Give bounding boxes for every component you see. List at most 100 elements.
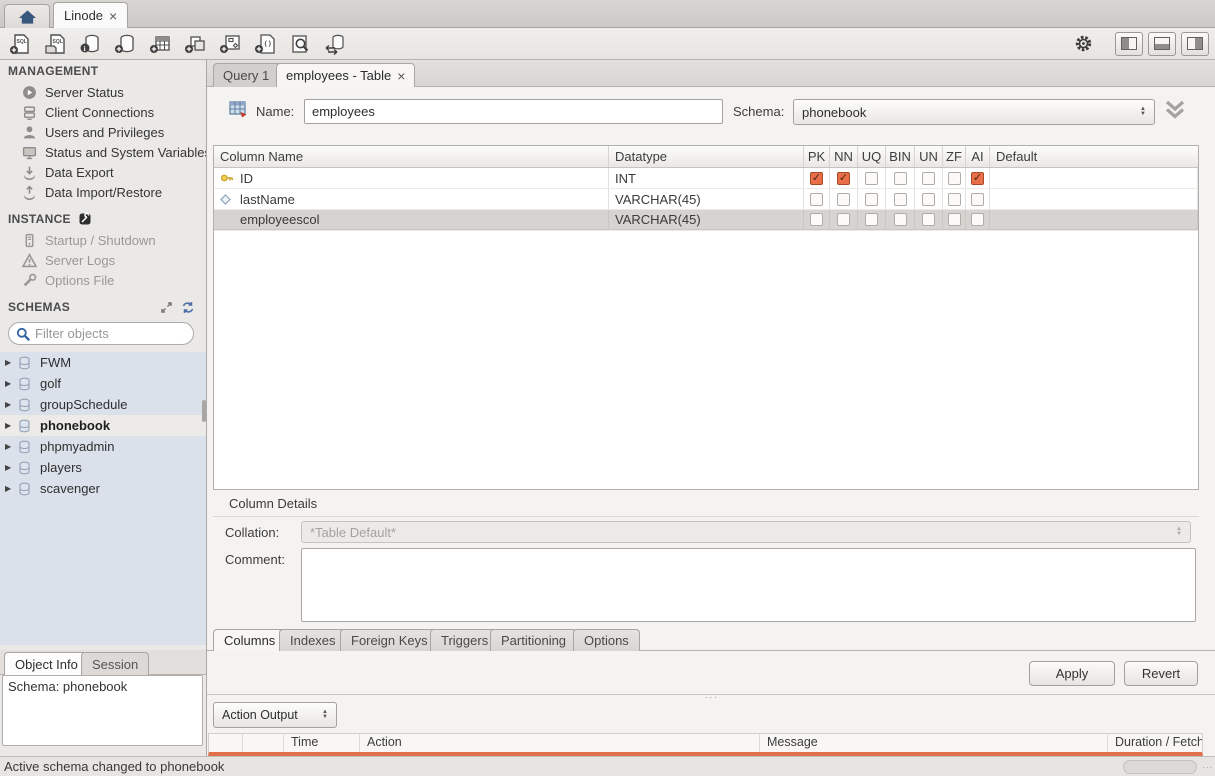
expander-icon[interactable]: ▶ xyxy=(5,463,14,472)
expander-icon[interactable]: ▶ xyxy=(5,358,14,367)
un-checkbox[interactable] xyxy=(922,193,935,206)
schema-item-phpmyadmin[interactable]: ▶ phpmyadmin xyxy=(0,436,207,457)
tab-object-info[interactable]: Object Info xyxy=(4,652,89,675)
un-checkbox[interactable] xyxy=(922,213,935,226)
connection-tab-close-icon[interactable]: × xyxy=(109,10,117,22)
zf-checkbox[interactable] xyxy=(948,193,961,206)
sidebar-item-options-file[interactable]: Options File xyxy=(0,270,207,290)
uq-checkbox[interactable] xyxy=(865,193,878,206)
connection-tab[interactable]: Linode × xyxy=(53,2,128,28)
tab-options[interactable]: Options xyxy=(573,629,640,651)
open-sql-script-icon[interactable]: SQL xyxy=(42,31,68,57)
uq-checkbox[interactable] xyxy=(865,213,878,226)
nn-checkbox[interactable] xyxy=(837,172,850,185)
ai-checkbox[interactable] xyxy=(971,172,984,185)
sidebar-item-data-import[interactable]: Data Import/Restore xyxy=(0,182,207,202)
bin-checkbox[interactable] xyxy=(894,193,907,206)
tab-employees-table[interactable]: employees - Table × xyxy=(276,63,415,87)
schema-item-golf[interactable]: ▶ golf xyxy=(0,373,207,394)
expander-icon[interactable]: ▶ xyxy=(5,421,14,430)
new-sql-tab-icon[interactable]: SQL xyxy=(7,31,33,57)
ao-header-time[interactable]: Time xyxy=(284,734,360,752)
header-un[interactable]: UN xyxy=(915,146,943,167)
sidebar-item-users-privileges[interactable]: Users and Privileges xyxy=(0,122,207,142)
toggle-right-panel-button[interactable] xyxy=(1181,32,1209,56)
table-row-lastname[interactable]: lastName VARCHAR(45) xyxy=(214,189,1198,210)
uq-checkbox[interactable] xyxy=(865,172,878,185)
panel-splitter[interactable]: ∙∙∙ xyxy=(207,694,1215,699)
collation-select[interactable]: *Table Default* ▲▼ xyxy=(301,521,1191,543)
header-datatype[interactable]: Datatype xyxy=(609,146,804,167)
header-ai[interactable]: AI xyxy=(966,146,990,167)
zf-checkbox[interactable] xyxy=(948,213,961,226)
schema-item-players[interactable]: ▶ players xyxy=(0,457,207,478)
schema-item-groupschedule[interactable]: ▶ groupSchedule xyxy=(0,394,207,415)
refresh-schemas-icon[interactable] xyxy=(181,301,195,314)
ai-checkbox[interactable] xyxy=(971,213,984,226)
new-function-icon[interactable]: () xyxy=(252,31,278,57)
tab-triggers[interactable]: Triggers xyxy=(430,629,499,651)
resize-grip-icon[interactable]: ∙∙∙ xyxy=(1202,762,1213,772)
zf-checkbox[interactable] xyxy=(948,172,961,185)
header-default[interactable]: Default xyxy=(990,146,1198,167)
table-row-employeescol[interactable]: employeescol VARCHAR(45) xyxy=(214,210,1198,231)
sidebar-item-system-variables[interactable]: Status and System Variables xyxy=(0,142,207,162)
new-table-icon[interactable] xyxy=(147,31,173,57)
tab-session[interactable]: Session xyxy=(81,652,149,675)
sidebar-item-client-connections[interactable]: Client Connections xyxy=(0,102,207,122)
ao-header-duration[interactable]: Duration / Fetch xyxy=(1108,734,1202,752)
new-procedure-icon[interactable] xyxy=(217,31,243,57)
schema-item-fwm[interactable]: ▶ FWM xyxy=(0,352,207,373)
nn-checkbox[interactable] xyxy=(837,193,850,206)
sidebar-item-data-export[interactable]: Data Export xyxy=(0,162,207,182)
expander-icon[interactable]: ▶ xyxy=(5,484,14,493)
horizontal-scrollbar-thumb[interactable] xyxy=(1123,760,1197,774)
sidebar-item-server-status[interactable]: Server Status xyxy=(0,82,207,102)
tab-close-icon[interactable]: × xyxy=(397,70,405,82)
sidebar-item-startup-shutdown[interactable]: Startup / Shutdown xyxy=(0,230,207,250)
header-nn[interactable]: NN xyxy=(830,146,858,167)
tab-partitioning[interactable]: Partitioning xyxy=(490,629,577,651)
header-pk[interactable]: PK xyxy=(804,146,830,167)
table-row-id[interactable]: ID INT xyxy=(214,168,1198,189)
database-info-icon[interactable]: i xyxy=(77,31,103,57)
pk-checkbox[interactable] xyxy=(810,213,823,226)
revert-button[interactable]: Revert xyxy=(1124,661,1198,686)
pk-checkbox[interactable] xyxy=(810,172,823,185)
sidebar-item-server-logs[interactable]: Server Logs xyxy=(0,250,207,270)
un-checkbox[interactable] xyxy=(922,172,935,185)
ao-header-action[interactable]: Action xyxy=(360,734,760,752)
table-name-input[interactable] xyxy=(304,99,723,124)
bin-checkbox[interactable] xyxy=(894,213,907,226)
schema-filter-input[interactable] xyxy=(35,326,180,341)
data-transfer-icon[interactable] xyxy=(322,31,348,57)
ao-header-message[interactable]: Message xyxy=(760,734,1108,752)
expand-header-chevron-icon[interactable] xyxy=(1163,100,1187,119)
tab-indexes[interactable]: Indexes xyxy=(279,629,347,651)
new-schema-icon[interactable] xyxy=(112,31,138,57)
toggle-bottom-panel-button[interactable] xyxy=(1148,32,1176,56)
header-bin[interactable]: BIN xyxy=(886,146,915,167)
bin-checkbox[interactable] xyxy=(894,172,907,185)
home-tab[interactable] xyxy=(4,4,50,28)
header-column-name[interactable]: Column Name xyxy=(214,146,609,167)
toggle-left-panel-button[interactable] xyxy=(1115,32,1143,56)
expander-icon[interactable]: ▶ xyxy=(5,442,14,451)
header-uq[interactable]: UQ xyxy=(858,146,886,167)
schema-item-scavenger[interactable]: ▶ scavenger xyxy=(0,478,207,499)
tab-columns[interactable]: Columns xyxy=(213,629,286,651)
expander-icon[interactable]: ▶ xyxy=(5,400,14,409)
comment-textarea[interactable] xyxy=(301,548,1196,622)
action-output-select[interactable]: Action Output ▲▼ xyxy=(213,702,337,728)
expand-schemas-icon[interactable] xyxy=(160,301,173,314)
ai-checkbox[interactable] xyxy=(971,193,984,206)
preferences-gear-icon[interactable] xyxy=(1070,31,1096,57)
schema-item-phonebook[interactable]: ▶ phonebook xyxy=(0,415,207,436)
tab-foreign-keys[interactable]: Foreign Keys xyxy=(340,629,439,651)
new-view-icon[interactable] xyxy=(182,31,208,57)
apply-button[interactable]: Apply xyxy=(1029,661,1115,686)
header-zf[interactable]: ZF xyxy=(943,146,966,167)
schema-select[interactable]: phonebook ▲▼ xyxy=(793,99,1155,125)
search-objects-icon[interactable] xyxy=(287,31,313,57)
nn-checkbox[interactable] xyxy=(837,213,850,226)
